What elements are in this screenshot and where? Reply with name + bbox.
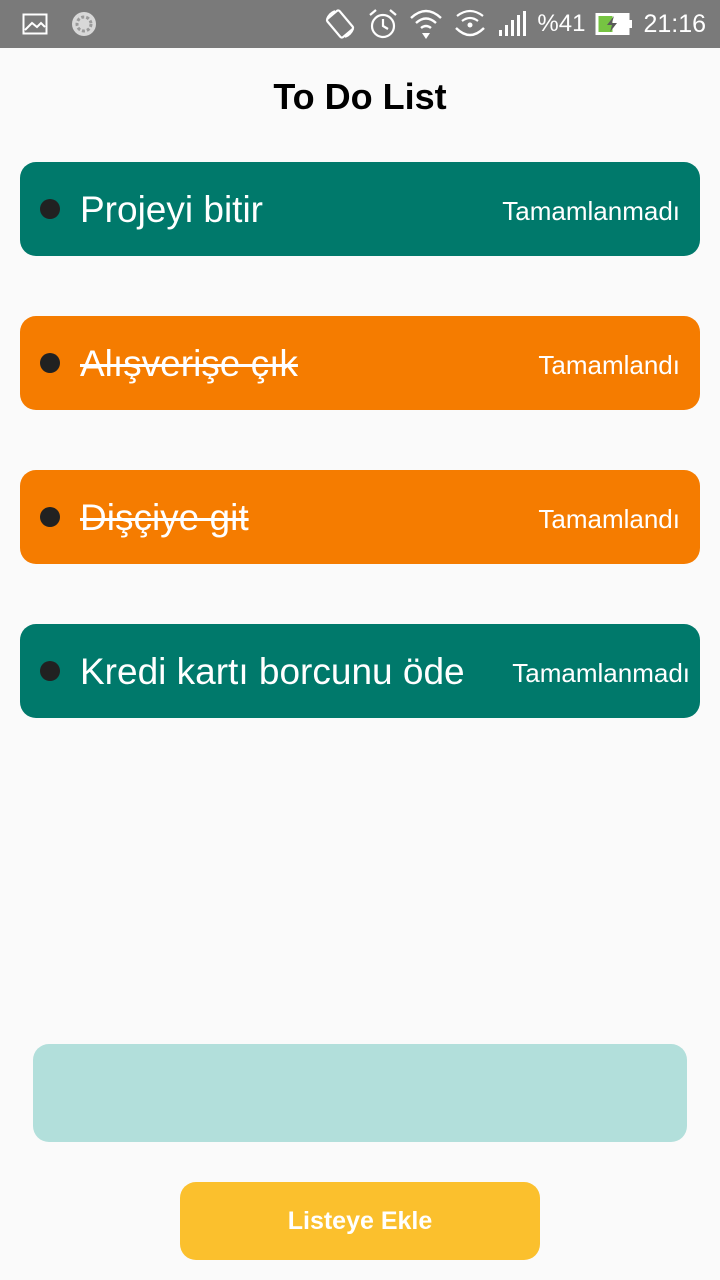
todo-text: Kredi kartı borcunu öde xyxy=(80,651,465,692)
clock: 21:16 xyxy=(643,9,706,38)
todo-status: Tamamlanmadı xyxy=(512,658,690,688)
status-bar: %41 21:16 xyxy=(0,0,720,48)
page-title: To Do List xyxy=(273,76,447,117)
todo-text: Alışverişe çık xyxy=(80,343,298,384)
todo-item[interactable]: Dişçiye git Tamamlandı xyxy=(20,470,700,564)
battery-percentage: %41 xyxy=(537,10,586,37)
bullet-icon xyxy=(40,661,60,681)
battery-charging-icon xyxy=(595,12,633,36)
todo-item[interactable]: Kredi kartı borcunu öde Tamamlanmadı xyxy=(20,624,700,718)
todo-input[interactable] xyxy=(33,1044,687,1142)
image-icon xyxy=(22,13,48,35)
todo-status: Tamamlandı xyxy=(538,350,680,380)
hotspot-icon xyxy=(453,8,487,40)
todo-status: Tamamlandı xyxy=(538,504,680,534)
bullet-icon xyxy=(40,199,60,219)
todo-item[interactable]: Alışverişe çık Tamamlandı xyxy=(20,316,700,410)
signal-icon xyxy=(497,10,527,38)
alarm-icon xyxy=(367,8,399,40)
todo-text: Projeyi bitir xyxy=(80,189,263,230)
bullet-icon xyxy=(40,353,60,373)
bullet-icon xyxy=(40,507,60,527)
rotate-icon xyxy=(323,7,357,41)
todo-status: Tamamlanmadı xyxy=(502,196,680,226)
loading-icon xyxy=(70,10,98,38)
add-to-list-button[interactable]: Listeye Ekle xyxy=(180,1182,540,1260)
todo-text: Dişçiye git xyxy=(80,497,249,538)
todo-item[interactable]: Projeyi bitir Tamamlanmadı xyxy=(20,162,700,256)
wifi-icon xyxy=(409,8,443,40)
